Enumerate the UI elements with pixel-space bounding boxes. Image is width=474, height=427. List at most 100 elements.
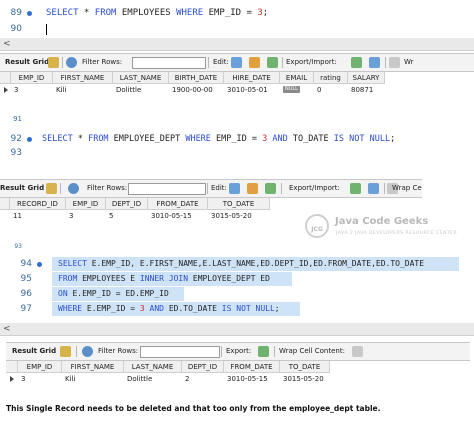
sql-number: 3 (139, 304, 145, 313)
filter-rows-input[interactable] (140, 346, 220, 358)
column-header[interactable]: FIRST_NAME (53, 72, 113, 84)
wrap-icon[interactable] (352, 346, 363, 357)
java-code-geeks-watermark: JCG Java Code Geeks JAVA 2 JAVA DEVELOPE… (305, 212, 473, 242)
filter-icon[interactable] (68, 183, 79, 194)
add-row-icon[interactable] (247, 183, 258, 194)
column-header[interactable]: rating (314, 72, 348, 84)
line-number: 93 (10, 148, 22, 158)
result-grid-3: EMP_ID FIRST_NAME LAST_NAME DEPT_ID FROM… (6, 361, 330, 387)
edit-row-icon[interactable] (229, 183, 240, 194)
table-cell[interactable]: 3 (66, 210, 106, 222)
filter-icon[interactable] (82, 346, 93, 357)
sql-statement[interactable]: WHERE E.EMP_ID = 3 AND ED.TO_DATE IS NOT… (58, 301, 280, 317)
table-cell[interactable]: Dolittle (124, 373, 182, 385)
edit-row-icon[interactable] (231, 57, 242, 68)
filter-icon[interactable] (66, 57, 77, 68)
export-icon[interactable] (350, 183, 361, 194)
line-number: 94 (20, 259, 32, 269)
table-cell[interactable]: 3010-05-01 (224, 84, 280, 96)
filter-rows-label: Filter Rows: (87, 184, 128, 192)
result-grid-tab[interactable]: Result Grid (0, 180, 44, 197)
table-cell[interactable]: 3 (11, 84, 53, 96)
export-import-label: Export/Import: (286, 58, 337, 66)
jcg-logo: JCG (305, 214, 329, 238)
sql-editor-3[interactable]: 93 94 SELECT E.EMP_ID, E.FIRST_NAME,E.LA… (0, 244, 474, 322)
edit-label: Edit: (213, 58, 229, 66)
table-cell[interactable]: 3010-05-15 (148, 210, 208, 222)
sql-keyword: SELECT (58, 259, 87, 268)
column-header[interactable]: DEPT_ID (182, 361, 224, 373)
editor-scrollbar[interactable]: < (0, 323, 474, 336)
column-header[interactable]: FROM_DATE (224, 361, 280, 373)
filter-rows-label: Filter Rows: (82, 58, 123, 66)
scroll-left-icon[interactable]: < (3, 323, 11, 335)
column-header[interactable]: LAST_NAME (113, 72, 169, 84)
sql-statement[interactable]: ON E.EMP_ID = ED.EMP_ID (58, 286, 169, 302)
sql-statement[interactable]: FROM EMPLOYEES E INNER JOIN EMPLOYEE_DEP… (58, 271, 270, 287)
column-header[interactable]: EMP_ID (18, 361, 62, 373)
column-header[interactable]: SALARY (348, 72, 385, 84)
table-cell[interactable]: 3015-05-20 (280, 373, 330, 385)
table-cell[interactable]: Dolittle (113, 84, 169, 96)
line-number: 90 (10, 24, 22, 34)
table-cell[interactable]: NULL (280, 84, 314, 96)
table-cell[interactable]: 2 (182, 373, 224, 385)
table-cell[interactable]: Kili (62, 373, 124, 385)
toolbar-divider (274, 346, 275, 357)
sql-keyword: AND (272, 134, 288, 144)
table-cell[interactable]: 1900-00-00 (169, 84, 224, 96)
grid-view-icon[interactable] (46, 183, 57, 194)
filter-rows-input[interactable] (132, 57, 206, 69)
sql-editor-1[interactable]: 89 SELECT * FROM EMPLOYEES WHERE EMP_ID … (0, 0, 474, 38)
sql-statement[interactable]: SELECT E.EMP_ID, E.FIRST_NAME,E.LAST_NAM… (58, 256, 424, 272)
delete-row-icon[interactable] (265, 183, 276, 194)
table-cell[interactable]: 5 (106, 210, 148, 222)
column-header[interactable]: RECORD_ID (10, 198, 66, 210)
grid-view-icon[interactable] (60, 346, 71, 357)
wrap-icon[interactable] (389, 57, 400, 68)
watermark-subtitle: JAVA 2 JAVA DEVELOPERS RESOURCE CENTER (336, 231, 458, 236)
sql-keyword: IS NOT NULL (221, 304, 275, 313)
delete-row-icon[interactable] (267, 57, 278, 68)
export-icon[interactable] (351, 57, 362, 68)
column-header[interactable]: BIRTH_DATE (169, 72, 224, 84)
column-header[interactable]: FROM_DATE (148, 198, 208, 210)
result-grid-tab[interactable]: Result Grid (12, 343, 56, 360)
line-number: 93 (14, 243, 22, 250)
table-cell[interactable]: 3 (18, 373, 62, 385)
table-cell[interactable]: Kili (53, 84, 113, 96)
column-header[interactable]: TO_DATE (208, 198, 270, 210)
editor-scrollbar[interactable]: < (0, 38, 474, 51)
result-grid-tab[interactable]: Result Grid (5, 54, 49, 71)
scroll-left-icon[interactable]: < (3, 38, 11, 50)
table-cell[interactable]: 3010-05-15 (224, 373, 280, 385)
column-header[interactable]: EMAIL (280, 72, 314, 84)
sql-editor-2[interactable]: 91 92 SELECT * FROM EMPLOYEE_DEPT WHERE … (0, 115, 474, 162)
export-icon[interactable] (258, 346, 269, 357)
column-header[interactable]: DEPT_ID (106, 198, 148, 210)
import-icon[interactable] (368, 183, 379, 194)
table-cell[interactable]: 3015-05-20 (208, 210, 270, 222)
table-cell[interactable]: 80871 (348, 84, 385, 96)
column-header[interactable]: FIRST_NAME (62, 361, 124, 373)
line-number: 91 (13, 115, 22, 123)
column-header[interactable]: LAST_NAME (124, 361, 182, 373)
column-header[interactable]: EMP_ID (11, 72, 53, 84)
table-cell[interactable]: 0 (314, 84, 348, 96)
line-marker-icon (27, 11, 32, 16)
add-row-icon[interactable] (249, 57, 260, 68)
grid-view-icon[interactable] (48, 57, 59, 68)
result-grid-toolbar-2: Result Grid Filter Rows: Edit: Export/Im… (0, 179, 422, 198)
line-number: 96 (20, 289, 32, 299)
sql-keyword: FROM (94, 8, 117, 18)
table-cell[interactable]: 11 (10, 210, 66, 222)
line-marker-icon (27, 137, 32, 142)
column-header[interactable]: EMP_ID (66, 198, 106, 210)
sql-statement[interactable]: SELECT * FROM EMPLOYEES WHERE EMP_ID = 3… (46, 5, 268, 21)
watermark-title: Java Code Geeks (335, 216, 429, 227)
import-icon[interactable] (369, 57, 380, 68)
column-header[interactable]: HIRE_DATE (224, 72, 280, 84)
toolbar-divider (208, 57, 209, 68)
column-header[interactable]: TO_DATE (280, 361, 330, 373)
filter-rows-input[interactable] (128, 183, 206, 195)
